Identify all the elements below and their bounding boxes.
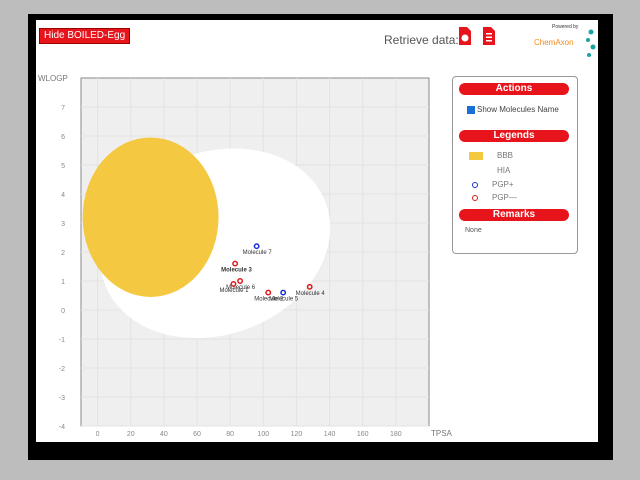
download-csv-icon[interactable] [482,26,496,46]
boiled-egg-chart: 0 20 40 60 80 100 120 140 160 180 -4 -3 -2 -1 0 1 2 3 4 5 6… [38,74,453,438]
y-tick-label: 5 [61,163,65,170]
legend-item-pgp-plus: PGP+ [469,180,514,189]
logo-powered-by: Powered by [552,24,579,30]
logo-molecule-icon [586,29,596,57]
legend-item-pgp-minus: PGP— [469,193,517,202]
pgp-minus-dot-icon [472,194,478,201]
legend-item-hia: HIA [469,166,510,175]
y-tick-label: -4 [59,424,65,431]
y-tick-label: 0 [61,308,65,315]
x-tick-label: 120 [291,431,303,438]
legends-header: Legends [459,130,569,142]
y-axis-label: WLOGP [38,74,68,83]
sidebar-panel: Actions Show Molecules Name Legends BBB … [452,76,578,254]
remarks-value: None [465,227,482,234]
x-tick-label: 160 [357,431,369,438]
legend-label: PGP— [492,193,517,202]
bbb-swatch-icon [469,151,483,160]
molecule-label: Molecule 3 [221,268,252,274]
bbb-region [82,137,219,297]
legend-label: BBB [497,151,514,160]
hia-swatch-icon [469,166,483,175]
remarks-header: Remarks [459,209,569,221]
x-tick-label: 180 [390,431,402,438]
molecule-label: Molecule 4 [296,291,326,297]
pgp-plus-dot-icon [472,181,478,188]
show-names-label: Show Molecules Name [477,105,559,114]
boiled-egg-panel: Hide BOILED-Egg Retrieve data: Powered b… [36,20,598,442]
logo-name: ChemAxon [534,38,574,47]
x-tick-label: 40 [160,431,168,438]
show-names-checkbox[interactable]: Show Molecules Name [467,105,559,114]
checkbox-checked-icon[interactable] [467,105,475,114]
y-tick-label: 3 [61,221,65,228]
legend-item-bbb: BBB [469,151,513,160]
y-tick-label: -2 [59,366,65,373]
y-tick-label: 1 [61,279,65,286]
molecule-label: Molecule 1 [219,288,249,294]
legend-label: PGP+ [492,180,514,189]
y-tick-label: 2 [61,250,65,257]
x-tick-label: 0 [96,431,100,438]
x-tick-label: 100 [257,431,269,438]
x-tick-label: 60 [193,431,201,438]
molecule-label: Molecule 7 [243,250,273,256]
x-tick-label: 140 [324,431,336,438]
actions-header: Actions [459,83,569,95]
y-tick-label: -1 [59,337,65,344]
y-tick-label: 7 [61,105,65,112]
download-image-icon[interactable] [458,26,472,46]
x-tick-label: 80 [226,431,234,438]
chemaxon-logo: Powered by ChemAxon [534,24,598,62]
y-tick-label: 4 [61,192,65,199]
x-tick-label: 20 [127,431,135,438]
x-axis-label: TPSA [431,429,453,438]
y-tick-label: 6 [61,134,65,141]
molecule-label: Molecule 5 [269,297,299,303]
legend-label: HIA [497,166,511,175]
y-tick-label: -3 [59,395,65,402]
